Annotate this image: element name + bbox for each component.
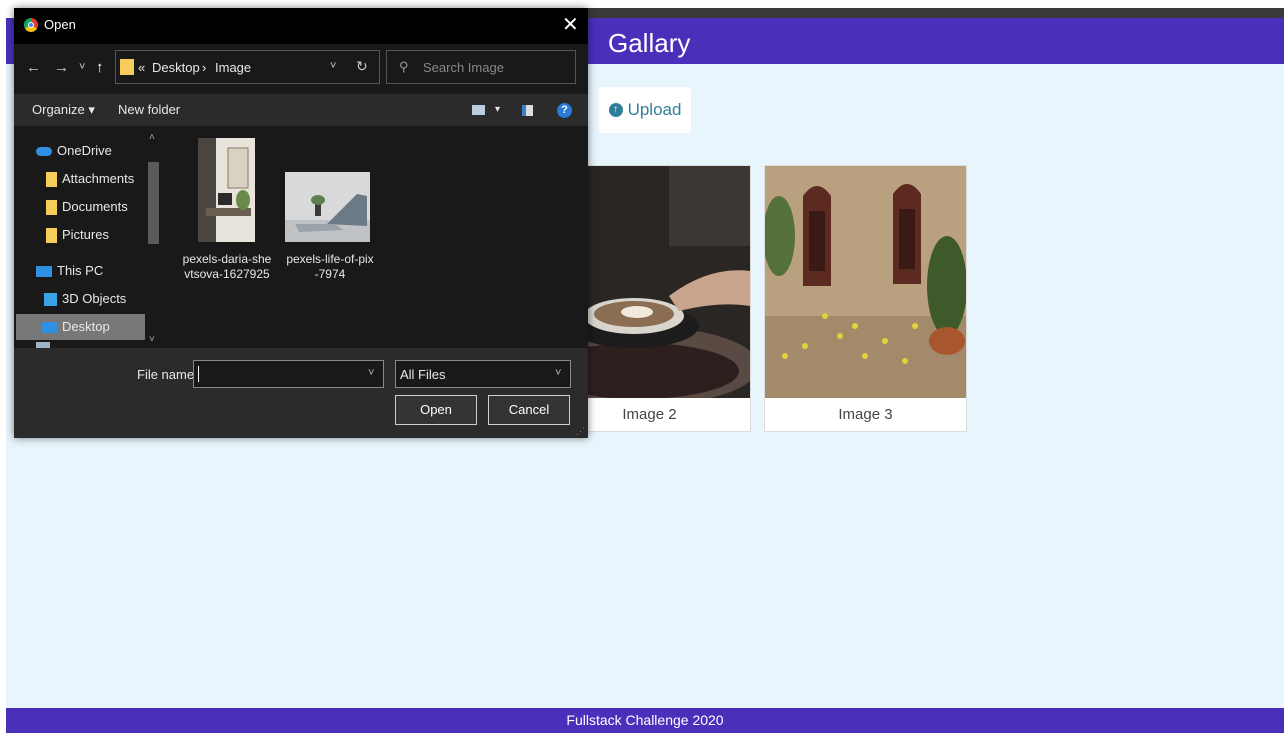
close-icon[interactable]: ✕ <box>562 12 579 37</box>
cube-icon <box>44 293 57 307</box>
resize-grip-icon[interactable]: ⋰ <box>576 426 585 437</box>
nav-item-attachments[interactable]: Attachments <box>46 166 134 192</box>
browser-top-strip <box>0 0 1284 8</box>
breadcrumb-desktop[interactable]: Desktop <box>152 60 200 75</box>
address-overflow: « <box>138 60 146 75</box>
forward-arrow-icon[interactable]: → <box>54 59 69 76</box>
folder-icon <box>46 228 57 244</box>
search-icon: ⚲ <box>399 59 409 74</box>
file-name-1[interactable]: pexels-daria-she vtsova-1627925 <box>174 252 280 282</box>
file-name-label: File name: <box>137 367 198 382</box>
nav-item-documents[interactable]: Documents <box>46 194 128 220</box>
nav-item-3d-objects[interactable]: 3D Objects <box>44 286 126 312</box>
image-3-photo <box>765 166 966 398</box>
footer: Fullstack Challenge 2020 <box>6 708 1284 733</box>
open-button[interactable]: Open <box>395 395 477 425</box>
upload-icon: ↑ <box>608 103 623 117</box>
refresh-icon[interactable]: ↻ <box>356 58 368 75</box>
file-type-value: All Files <box>400 367 446 382</box>
file-type-select[interactable]: All Files ˅ <box>395 360 571 388</box>
help-icon[interactable]: ? <box>557 103 572 118</box>
browser-edge <box>586 8 1284 18</box>
folder-icon <box>120 59 134 75</box>
image-3-caption: Image 3 <box>838 406 893 423</box>
nav-item-this-pc[interactable]: This PC <box>36 258 103 284</box>
folder-icon <box>46 200 57 216</box>
breadcrumb-image[interactable]: Image <box>215 60 251 75</box>
gallery-card-image-3[interactable]: Image 3 <box>764 165 967 432</box>
cloud-icon <box>36 147 52 157</box>
view-dropdown-icon[interactable]: ▾ <box>495 104 500 115</box>
file-name-2[interactable]: pexels-life-of-pix -7974 <box>280 252 380 282</box>
open-file-dialog: Open ✕ ← → ˅ ↑ « Desktop › Image ˅ ↻ ⚲ S… <box>14 8 588 438</box>
new-folder-button[interactable]: New folder <box>118 102 180 117</box>
file-thumbnail-2[interactable] <box>285 172 370 242</box>
text-caret <box>198 366 199 382</box>
chevron-down-icon[interactable]: ˅ <box>368 367 374 379</box>
upload-label: Upload <box>627 100 682 119</box>
brand-title[interactable]: Gallary <box>608 27 690 59</box>
chevron-down-icon[interactable]: ˅ <box>555 367 561 379</box>
view-icon[interactable] <box>472 105 485 115</box>
nav-scrollbar-thumb[interactable] <box>148 162 159 244</box>
cancel-button[interactable]: Cancel <box>488 395 570 425</box>
organize-button[interactable]: Organize ▾ <box>32 102 95 118</box>
desktop-icon <box>42 322 57 334</box>
search-box[interactable]: ⚲ Search Image <box>386 50 576 84</box>
back-arrow-icon[interactable]: ← <box>26 59 41 76</box>
file-name-input[interactable]: ˅ <box>193 360 384 388</box>
search-placeholder: Search Image <box>423 60 504 75</box>
nav-item-onedrive[interactable]: OneDrive <box>36 138 112 164</box>
nav-item-desktop[interactable]: Desktop <box>16 314 145 340</box>
chrome-icon <box>24 18 38 32</box>
dialog-titlebar[interactable] <box>14 8 588 44</box>
recent-locations-icon[interactable]: ˅ <box>79 61 85 73</box>
dialog-title: Open <box>44 17 76 32</box>
computer-icon <box>36 266 52 278</box>
preview-pane-icon[interactable] <box>522 105 533 116</box>
breadcrumb-separator: › <box>202 60 207 75</box>
folder-icon <box>46 172 57 188</box>
dialog-toolbar <box>14 94 588 126</box>
scroll-up-icon[interactable]: ˄ <box>149 132 155 143</box>
scroll-down-icon[interactable]: ˅ <box>149 334 155 345</box>
upload-button[interactable]: ↑ Upload <box>599 87 691 133</box>
nav-item-pictures[interactable]: Pictures <box>46 222 109 248</box>
navigation-pane: OneDrive Attachments Documents Pictures … <box>14 126 162 348</box>
up-arrow-icon[interactable]: ↑ <box>96 59 104 76</box>
file-thumbnail-1[interactable] <box>198 138 255 242</box>
chevron-down-icon[interactable]: ˅ <box>330 60 336 72</box>
address-bar[interactable]: « Desktop › Image ˅ ↻ <box>115 50 380 84</box>
